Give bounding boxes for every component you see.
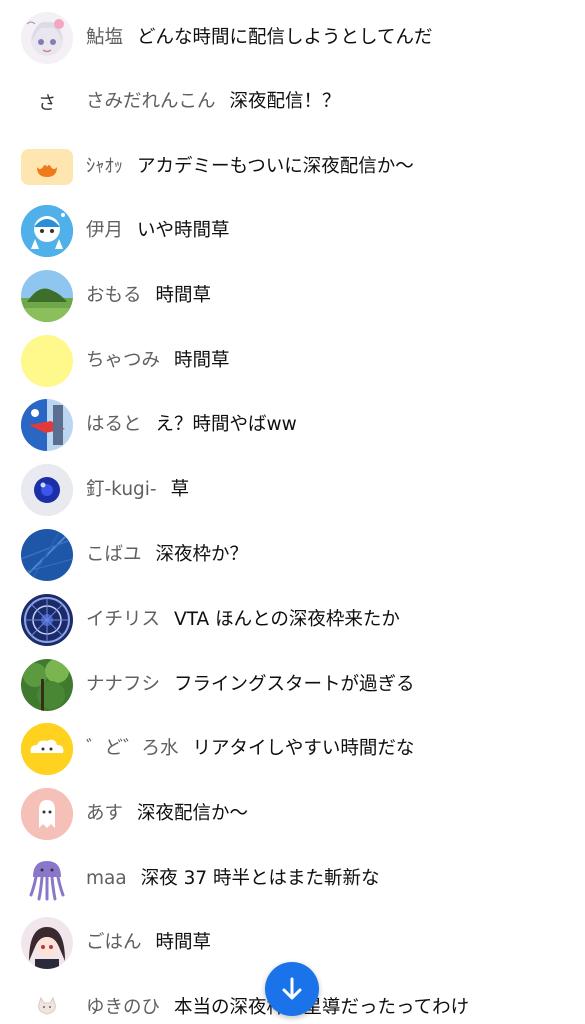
avatar[interactable] [21,464,73,516]
author-name[interactable]: ｼｬｵｯ [86,156,123,177]
author-name[interactable]: はると [86,414,142,435]
pink-ghost-icon [21,788,73,840]
author-name[interactable]: ごはん [86,932,142,953]
blue-umbrella-icon [21,529,73,581]
avatar[interactable] [21,723,73,775]
author-name[interactable]: こばユ [86,544,142,565]
red-blue-illustration-icon [21,399,73,451]
author-name[interactable]: さみだれんこん [86,91,216,112]
avatar[interactable] [21,205,73,257]
message-text: フライングスタートが過ぎる [174,674,415,695]
chat-message: はると え？時間やばww [0,393,585,457]
message-text: 時間草 [155,932,212,953]
orange-flower-icon [21,149,73,185]
author-name[interactable]: イチリス [86,609,160,630]
forest-trees-icon [21,659,73,711]
message-text: 草 [170,479,190,500]
author-name[interactable]: ちゃつみ [86,350,160,371]
avatar[interactable] [21,12,73,64]
blue-character-peace-icon [21,205,73,257]
chat-message: ｼｬｵｯ アカデミーもついに深夜配信か〜 [0,135,585,199]
stained-glass-icon [21,594,73,646]
chat-message: ナナフシ フライングスタートが過ぎる [0,653,585,717]
yellow-cloud-icon [21,723,73,775]
author-name[interactable]: ゆきのひ [86,997,160,1018]
message-text: 深夜配信か〜 [137,803,249,824]
author-name[interactable]: あす [86,803,123,824]
chat-message: 鮎塩 どんな時間に配信しようとしてんだ [0,6,585,70]
message-text: え？時間やばww [155,414,297,435]
avatar[interactable] [21,529,73,581]
avatar[interactable] [21,399,73,451]
chat-message: ゛ど゛ろ水 リアタイしやすい時間だな [0,717,585,781]
anime-character-dark-hair-icon [21,917,73,969]
message-text: 本当の深夜枠は星導だったってわけ [174,997,470,1018]
avatar[interactable] [21,853,73,905]
chat-message: おもる 時間草 [0,264,585,328]
avatar[interactable] [21,594,73,646]
author-name[interactable]: ナナフシ [86,674,160,695]
chat-message: maa 深夜 37 時半とはまた斬新な [0,847,585,911]
chat-message: さ さみだれんこん 深夜配信！？ [0,70,585,134]
avatar[interactable] [21,270,73,322]
chat-message: ちゃつみ 時間草 [0,329,585,393]
message-text: アカデミーもついに深夜配信か〜 [137,156,414,177]
message-text: 時間草 [155,285,212,306]
live-chat-list: 鮎塩 どんな時間に配信しようとしてんだ さ さみだれんこん 深夜配信！？ ｼｬｵｯ ア… [0,0,585,1024]
green-hill-landscape-icon [21,270,73,322]
chat-message: あす 深夜配信か〜 [0,782,585,846]
author-name[interactable]: maa [86,868,127,889]
message-text: リアタイしやすい時間だな [192,738,415,759]
author-name[interactable]: ゛ど゛ろ水 [86,738,179,759]
avatar[interactable] [21,659,73,711]
message-text: 深夜 37 時半とはまた斬新な [140,868,380,889]
author-name[interactable]: 鮎塩 [86,27,123,48]
author-name[interactable]: おもる [86,285,142,306]
message-text: VTA ほんとの深夜枠来たか [174,609,400,630]
avatar[interactable] [21,335,73,387]
message-text: 深夜枠か？ [155,544,249,565]
message-text: どんな時間に配信しようとしてんだ [137,27,433,48]
avatar[interactable] [21,917,73,969]
chat-message: 伊月 いや時間草 [0,199,585,263]
blue-orb-icon [21,464,73,516]
message-text: 深夜配信！？ [229,91,341,112]
chat-message: イチリス VTA ほんとの深夜枠来たか [0,588,585,652]
author-name[interactable]: 伊月 [86,220,123,241]
chat-message: こばユ 深夜枠か？ [0,523,585,587]
avatar[interactable]: さ [21,76,73,128]
avatar[interactable] [21,788,73,840]
avatar[interactable] [21,982,73,1024]
message-text: いや時間草 [137,220,230,241]
avatar[interactable] [21,149,73,185]
purple-jellyfish-icon [21,853,73,905]
message-text: 時間草 [174,350,230,371]
author-name[interactable]: 釘-kugi- [86,479,157,500]
chat-message: 釘-kugi- 草 [0,458,585,522]
arrow-down-icon [282,977,302,1000]
anime-girl-white-hair-icon [21,12,73,64]
avatar-letter: さ [38,93,56,114]
scroll-to-bottom-button[interactable] [265,962,319,1016]
white-cat-icon [21,982,73,1024]
